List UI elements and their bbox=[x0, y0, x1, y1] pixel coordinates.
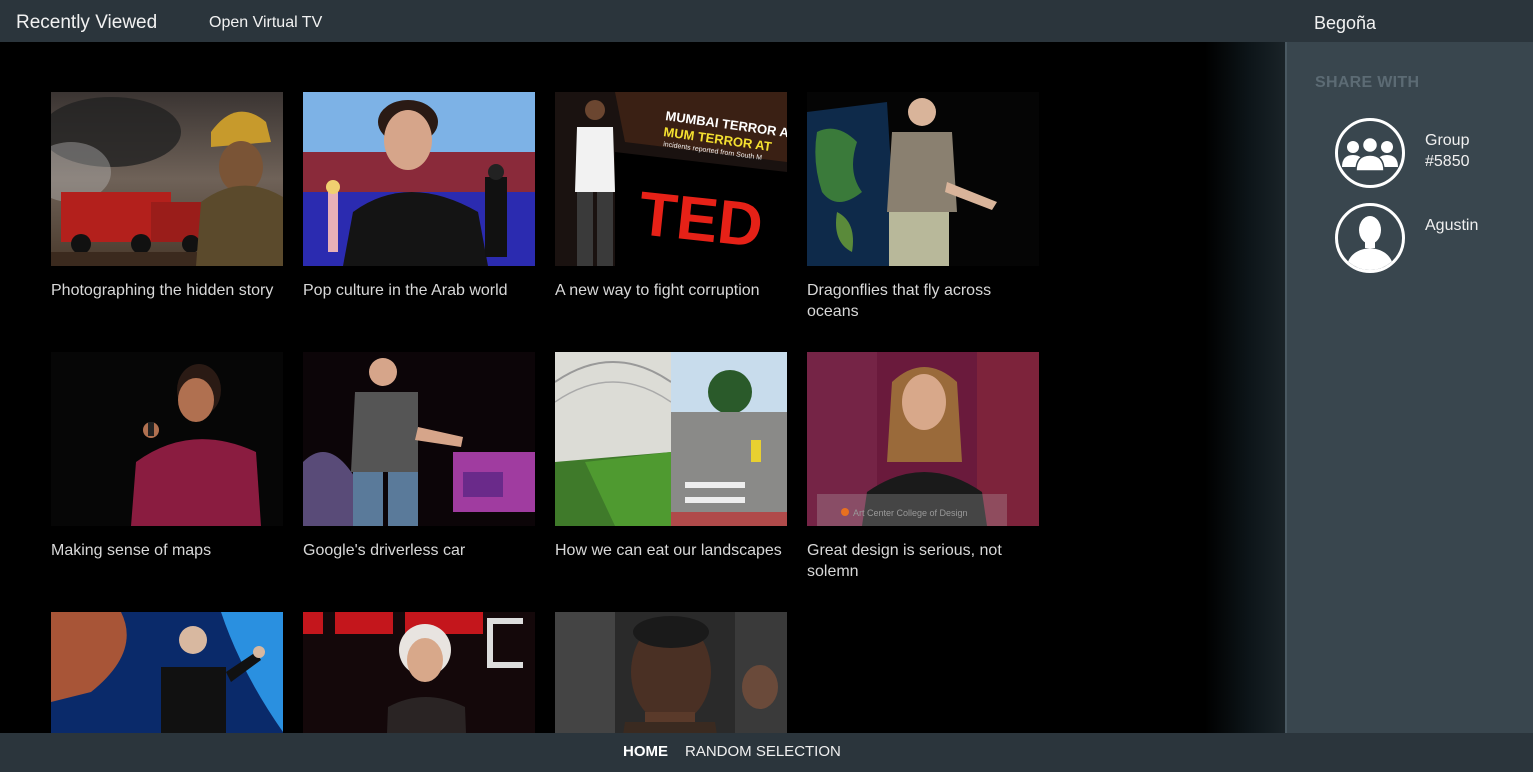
video-card[interactable]: Making sense of maps bbox=[51, 352, 283, 561]
home-nav-link[interactable]: HOME bbox=[623, 743, 668, 760]
video-card[interactable]: Photographing the hidden story bbox=[51, 92, 283, 301]
video-thumbnail[interactable] bbox=[555, 612, 787, 733]
share-panel: SHARE WITH Group #5850 Agustin bbox=[1285, 42, 1533, 733]
video-card[interactable] bbox=[303, 612, 535, 733]
video-title[interactable]: Great design is serious, not solemn bbox=[807, 540, 1039, 582]
share-contact-person[interactable]: Agustin bbox=[1335, 203, 1525, 273]
video-thumbnail[interactable] bbox=[51, 92, 283, 266]
ted-logo: TED bbox=[636, 179, 767, 261]
page-title: Recently Viewed bbox=[16, 12, 158, 33]
video-thumbnail[interactable] bbox=[303, 612, 535, 733]
video-thumbnail[interactable] bbox=[303, 352, 535, 526]
top-bar: Recently Viewed Open Virtual TV Begoña bbox=[0, 0, 1533, 42]
person-icon[interactable] bbox=[1335, 203, 1405, 273]
share-with-heading: SHARE WITH bbox=[1315, 74, 1420, 91]
video-title[interactable]: Google's driverless car bbox=[303, 540, 535, 561]
podium-text: Art Center College of Design bbox=[853, 508, 968, 518]
video-thumbnail[interactable] bbox=[303, 92, 535, 266]
contact-name[interactable]: Group #5850 bbox=[1425, 130, 1515, 172]
video-title[interactable]: How we can eat our landscapes bbox=[555, 540, 787, 561]
video-title[interactable]: A new way to fight corruption bbox=[555, 280, 787, 301]
video-card[interactable]: How we can eat our landscapes bbox=[555, 352, 787, 561]
video-thumbnail[interactable] bbox=[51, 352, 283, 526]
video-card[interactable] bbox=[555, 612, 787, 733]
video-title[interactable]: Dragonflies that fly across oceans bbox=[807, 280, 1039, 322]
bottom-nav: HOME RANDOM SELECTION bbox=[0, 733, 1533, 772]
video-grid-area: Photographing the hidden story Pop cultu… bbox=[0, 42, 1285, 733]
video-title[interactable]: Making sense of maps bbox=[51, 540, 283, 561]
video-title[interactable]: Photographing the hidden story bbox=[51, 280, 283, 301]
video-thumbnail[interactable]: Art Center College of Design bbox=[807, 352, 1039, 526]
video-card[interactable] bbox=[51, 612, 283, 733]
group-icon[interactable] bbox=[1335, 118, 1405, 188]
video-card[interactable]: Dragonflies that fly across oceans bbox=[807, 92, 1039, 322]
random-selection-nav-link[interactable]: RANDOM SELECTION bbox=[685, 743, 841, 760]
video-thumbnail[interactable] bbox=[555, 352, 787, 526]
user-name[interactable]: Begoña bbox=[1314, 13, 1376, 34]
contact-name[interactable]: Agustin bbox=[1425, 215, 1515, 236]
video-title[interactable]: Pop culture in the Arab world bbox=[303, 280, 535, 301]
open-virtual-tv-link[interactable]: Open Virtual TV bbox=[209, 14, 322, 32]
video-card[interactable]: MUMBAI TERROR ATTA MUM TERROR AT inciden… bbox=[555, 92, 787, 301]
video-thumbnail[interactable] bbox=[807, 92, 1039, 266]
video-card[interactable]: Google's driverless car bbox=[303, 352, 535, 561]
share-contact-group[interactable]: Group #5850 bbox=[1335, 118, 1525, 188]
video-thumbnail[interactable] bbox=[51, 612, 283, 733]
video-thumbnail[interactable]: MUMBAI TERROR ATTA MUM TERROR AT inciden… bbox=[555, 92, 787, 266]
video-card[interactable]: Pop culture in the Arab world bbox=[303, 92, 535, 301]
video-card[interactable]: Art Center College of Design Great desig… bbox=[807, 352, 1039, 582]
